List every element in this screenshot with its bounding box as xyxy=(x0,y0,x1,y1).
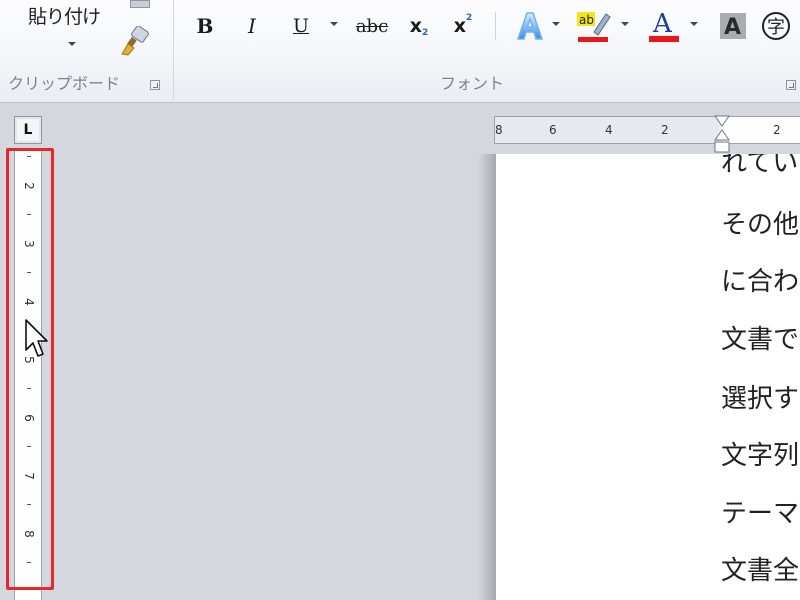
horizontal-ruler-number: 6 xyxy=(549,123,557,137)
font-color-button[interactable]: A xyxy=(646,8,682,44)
font-group-label: フォント xyxy=(440,74,505,93)
text-effects-dropdown-icon[interactable] xyxy=(552,22,560,26)
font-color-icon: A xyxy=(649,9,679,42)
clipboard-dialog-launcher-icon[interactable] xyxy=(150,80,160,90)
document-line: 選択す xyxy=(721,384,800,414)
clipboard-group-label: クリップボード xyxy=(8,74,121,93)
annotation-highlight-box xyxy=(6,148,54,590)
tab-stop-left-icon: L xyxy=(23,122,33,138)
tab-selector[interactable]: L xyxy=(14,116,42,144)
document-line: テーマ xyxy=(721,499,800,529)
horizontal-ruler-number: 4 xyxy=(605,123,613,137)
font-separator xyxy=(495,12,496,40)
indent-marker-icon[interactable] xyxy=(712,113,732,155)
font-color-dropdown-icon[interactable] xyxy=(690,22,698,26)
format-painter-icon[interactable] xyxy=(118,26,152,56)
document-line: その他 xyxy=(721,210,800,240)
underline-dropdown-icon[interactable] xyxy=(330,22,338,26)
superscript-letter: x xyxy=(453,15,466,37)
group-divider xyxy=(173,0,174,100)
bold-button[interactable]: B xyxy=(190,8,220,44)
shading-icon: A xyxy=(720,13,746,40)
subscript-letter: x xyxy=(409,15,422,37)
enclose-char: 字 xyxy=(767,17,785,38)
horizontal-ruler[interactable]: 8 6 4 2 2 xyxy=(494,116,800,144)
italic-button[interactable]: I xyxy=(240,8,264,44)
shading-letter: A xyxy=(724,15,741,40)
subscript-mark: 2 xyxy=(422,28,429,38)
horizontal-ruler-number: 8 xyxy=(495,123,503,137)
paste-label: 貼り付け xyxy=(28,6,101,28)
superscript-mark: 2 xyxy=(466,13,473,23)
document-line: 文字列 xyxy=(721,441,800,471)
ribbon: 貼り付け クリップボード B I U abc x2 x2 ab A A 字 フォ… xyxy=(0,0,800,103)
page-shadow xyxy=(478,154,496,600)
document-line: れてい xyxy=(721,154,799,178)
text-effects-icon xyxy=(516,12,544,40)
superscript-button[interactable]: x2 xyxy=(448,8,478,44)
highlight-text: ab xyxy=(579,13,594,27)
font-dialog-launcher-icon[interactable] xyxy=(786,80,796,90)
mouse-pointer-icon xyxy=(25,319,48,357)
paste-button[interactable]: 貼り付け xyxy=(8,0,118,62)
highlight-dropdown-icon[interactable] xyxy=(621,22,629,26)
horizontal-ruler-number: 2 xyxy=(773,123,781,137)
highlight-icon: ab xyxy=(577,12,611,42)
subscript-button[interactable]: x2 xyxy=(404,8,434,44)
document-line: 文書で xyxy=(721,325,800,355)
enclose-characters-button[interactable]: 字 xyxy=(760,8,792,44)
document-page[interactable]: れてい その他 に合わ 文書で 選択す 文字列 テーマ 文書全 xyxy=(496,154,800,600)
underline-button[interactable]: U xyxy=(286,8,316,44)
document-line: 文書全 xyxy=(721,556,800,586)
document-line: に合わ xyxy=(721,267,800,297)
strikethrough-button[interactable]: abc xyxy=(352,8,392,44)
chevron-down-icon xyxy=(68,42,76,46)
highlight-button[interactable]: ab xyxy=(574,8,614,44)
enclose-icon: 字 xyxy=(762,12,790,40)
horizontal-ruler-number: 2 xyxy=(661,123,669,137)
character-shading-button[interactable]: A xyxy=(718,8,748,44)
font-color-letter: A xyxy=(652,9,673,39)
text-effects-button[interactable] xyxy=(512,8,548,44)
cut-icon[interactable] xyxy=(130,0,150,8)
